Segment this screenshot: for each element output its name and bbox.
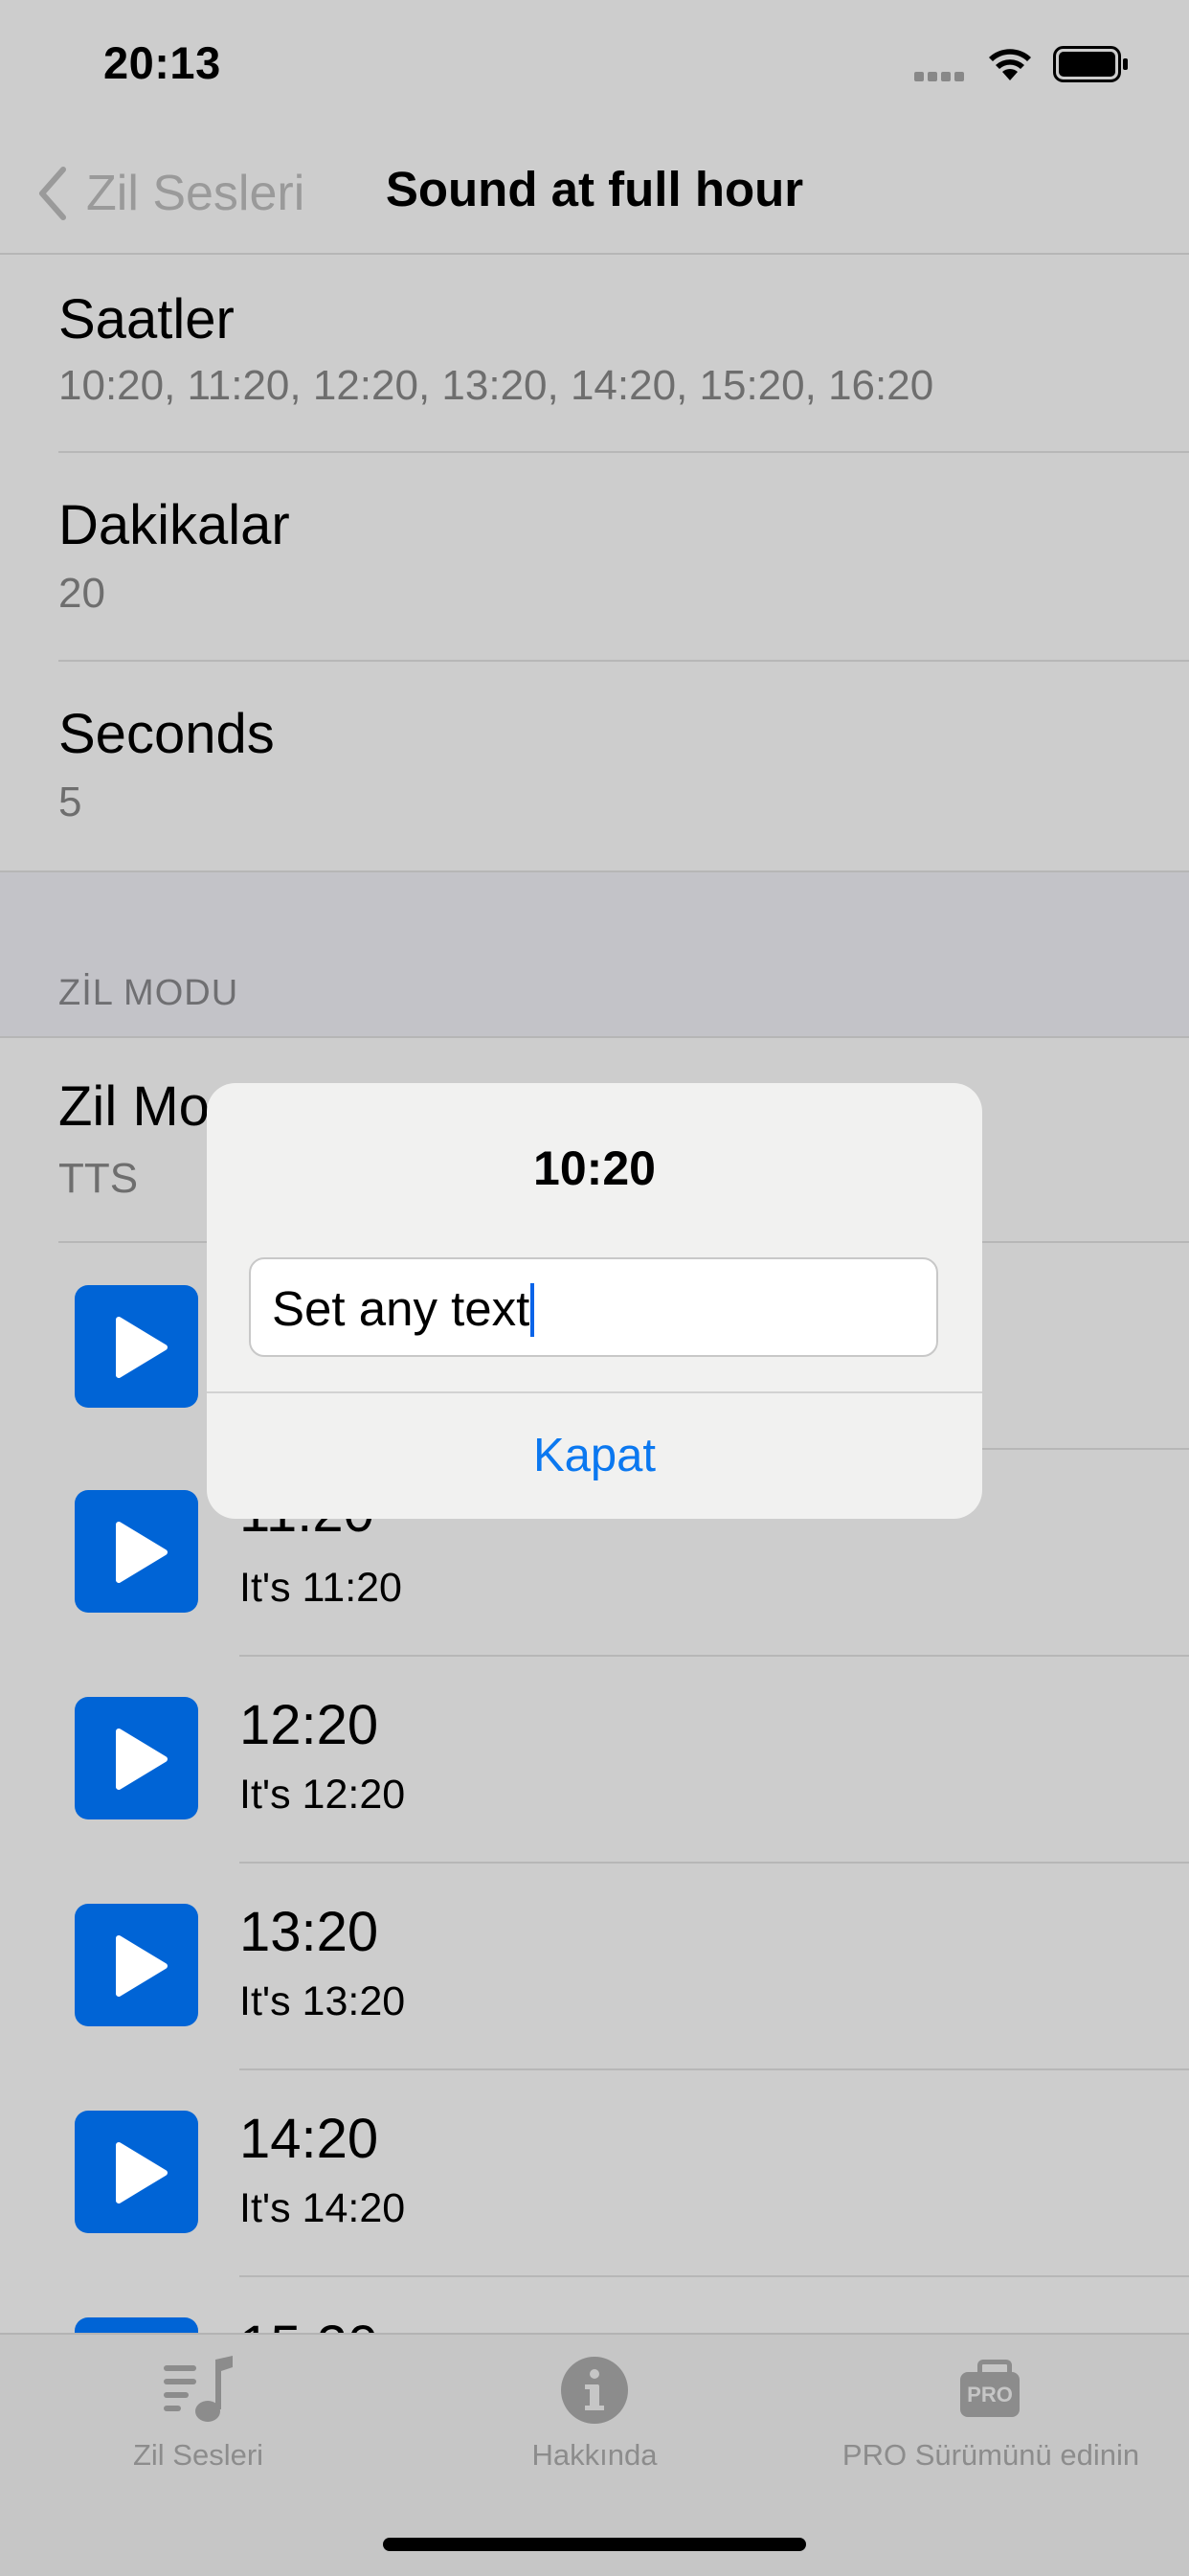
battery-icon bbox=[1053, 46, 1130, 87]
tab-about[interactable]: Hakkında bbox=[396, 2335, 793, 2507]
music-list-icon bbox=[164, 2356, 233, 2422]
text-cursor bbox=[530, 1282, 535, 1337]
item-text: It's 13:20 bbox=[239, 1978, 406, 2024]
cellular-signal-icon bbox=[914, 69, 968, 81]
tab-label: PRO Sürümünü edinin bbox=[841, 2438, 1140, 2472]
play-icon bbox=[116, 1729, 168, 1790]
play-button[interactable] bbox=[75, 2111, 198, 2233]
minutes-title: Dakikalar bbox=[58, 494, 290, 556]
status-time: 20:13 bbox=[103, 37, 221, 88]
seconds-title: Seconds bbox=[58, 703, 275, 765]
ring-mode-value: TTS bbox=[58, 1155, 139, 1202]
item-text: It's 14:20 bbox=[239, 2185, 406, 2231]
play-button[interactable] bbox=[75, 1285, 198, 1408]
dialog-title: 10:20 bbox=[533, 1141, 656, 1195]
play-icon bbox=[116, 1522, 168, 1583]
list-item[interactable]: 13:20 It's 13:20 bbox=[0, 1864, 1189, 2070]
seconds-row[interactable]: Seconds 5 bbox=[0, 662, 1189, 869]
tab-label: Zil Sesleri bbox=[132, 2438, 264, 2472]
navigation-bar: Zil Sesleri Sound at full hour bbox=[0, 134, 1189, 255]
play-icon bbox=[116, 1935, 168, 1997]
item-time: 13:20 bbox=[239, 1901, 379, 1963]
item-time: 15:20 bbox=[239, 2314, 378, 2335]
pro-briefcase-icon: PRO bbox=[960, 2360, 1020, 2417]
dialog-text-value: Set any text bbox=[272, 1280, 535, 1340]
close-button[interactable]: Kapat bbox=[207, 1393, 982, 1519]
minutes-value: 20 bbox=[58, 570, 105, 617]
item-time: 12:20 bbox=[239, 1694, 379, 1756]
item-text: It's 12:20 bbox=[239, 1772, 406, 1818]
tab-ringtones[interactable]: Zil Sesleri bbox=[0, 2335, 396, 2507]
page-title: Sound at full hour bbox=[385, 162, 804, 216]
list-item[interactable]: 15:20 bbox=[0, 2277, 1189, 2335]
list-item[interactable]: 12:20 It's 12:20 bbox=[0, 1657, 1189, 1864]
pro-badge: PRO bbox=[967, 2383, 1013, 2407]
play-button[interactable] bbox=[75, 1697, 198, 1819]
hours-row[interactable]: Saatler 10:20, 11:20, 12:20, 13:20, 14:2… bbox=[0, 255, 1189, 452]
minutes-row[interactable]: Dakikalar 20 bbox=[0, 453, 1189, 660]
item-text: It's 11:20 bbox=[239, 1565, 402, 1611]
play-button[interactable] bbox=[75, 1490, 198, 1613]
status-bar: 20:13 bbox=[0, 0, 1189, 134]
ring-mode-title: Zil Mo bbox=[58, 1075, 210, 1138]
item-time: 14:20 bbox=[239, 2108, 379, 2170]
wifi-icon bbox=[986, 46, 1034, 87]
tab-label: Hakkında bbox=[531, 2438, 658, 2472]
text-input-dialog: 10:20 Set any text Kapat bbox=[207, 1083, 982, 1519]
seconds-value: 5 bbox=[58, 779, 82, 825]
section-title: ZİL MODU bbox=[58, 973, 239, 1013]
list-item[interactable]: 14:20 It's 14:20 bbox=[0, 2070, 1189, 2277]
home-indicator bbox=[383, 2538, 806, 2551]
hours-value: 10:20, 11:20, 12:20, 13:20, 14:20, 15:20… bbox=[58, 362, 934, 409]
play-button[interactable] bbox=[75, 1904, 198, 2026]
play-icon bbox=[116, 2142, 168, 2203]
tab-get-pro[interactable]: PRO PRO Sürümünü edinin bbox=[793, 2335, 1189, 2507]
hours-title: Saatler bbox=[58, 288, 235, 350]
info-icon bbox=[561, 2357, 628, 2424]
dialog-text-field[interactable]: Set any text bbox=[249, 1257, 938, 1357]
play-icon bbox=[116, 1317, 168, 1378]
